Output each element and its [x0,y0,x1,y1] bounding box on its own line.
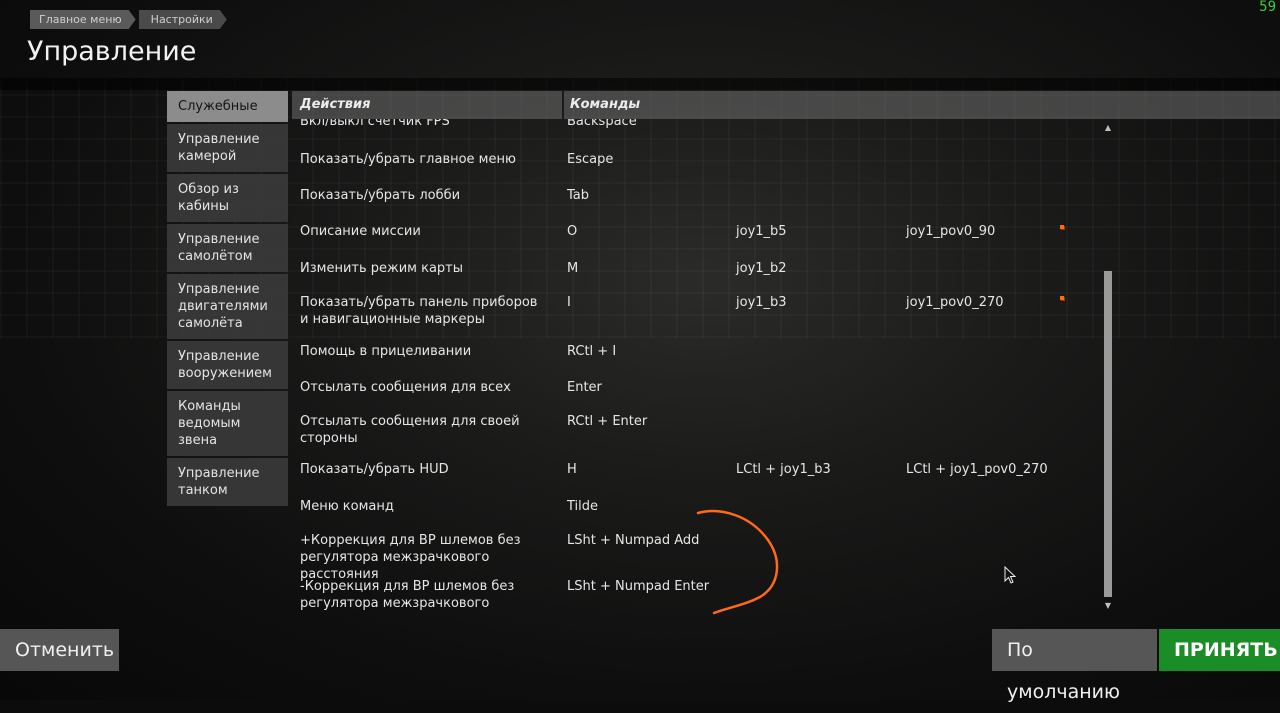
key-binding-2[interactable]: joy1_b5 [736,223,787,240]
action-label: Вкл/выкл счётчик FPS [300,119,450,129]
key-binding-1[interactable]: M [567,260,578,277]
sidebar-item-label: Управление [178,282,260,297]
action-label: Отсылать сообщения для всех [300,380,511,395]
sidebar-item-label: Команды [178,399,241,414]
scrollbar-thumb[interactable] [1104,271,1112,597]
sidebar-item-label: Управление [178,466,260,481]
key-binding-1[interactable]: O [567,223,577,240]
key-binding-1[interactable]: Tab [567,187,589,204]
mouse-cursor-icon [1004,566,1017,584]
key-binding-3[interactable]: LCtl + joy1_pov0_270 [906,461,1048,478]
scroll-down-icon[interactable]: ▼ [1104,601,1112,611]
action-label: Показать/убрать HUD [300,462,449,477]
action-label: Показать/убрать главное меню [300,152,516,167]
header-band [0,78,1280,90]
page-title: Управление [27,36,197,67]
fps-counter: 59 [1259,0,1276,15]
sidebar-item[interactable]: Управление двигателями самолёта [167,274,288,339]
sidebar-item-label: кабины [178,199,230,214]
accept-button[interactable]: ПРИНЯТЬ [1159,629,1280,671]
sidebar-item[interactable]: Управление камерой [167,124,288,172]
action-label: Помощь в прицеливании [300,344,472,359]
key-binding-1[interactable]: Tilde [567,498,598,515]
sidebar-item-label: Управление [178,132,260,147]
column-separator [562,91,564,119]
sidebar-item-label: Управление [178,232,260,247]
scrollbar[interactable]: ▲ ▼ [1104,119,1112,615]
sidebar-item-label: ведомым звена [178,416,241,448]
sidebar-item-label: танком [178,483,228,498]
key-binding-1[interactable]: I [567,294,571,311]
column-commands-header: Команды [570,97,641,112]
sidebar-item-label: камерой [178,149,237,164]
conflict-marker-icon [1060,296,1064,300]
action-label: Отсылать сообщения для своей стороны [300,414,520,446]
table-header: Действия Команды [292,91,1280,119]
category-sidebar: Служебные Управление камерой Обзор из кабины… [167,91,288,508]
cancel-button[interactable]: Отменить [0,629,119,671]
sidebar-item-label: двигателями [178,299,268,314]
sidebar-item-label: Управление [178,349,260,364]
key-binding-1[interactable]: LSht + Numpad Enter [567,578,709,595]
key-binding-2[interactable]: LCtl + joy1_b3 [736,461,831,478]
breadcrumb-settings[interactable]: Настройки [139,10,227,29]
key-binding-2[interactable]: joy1_b2 [736,260,787,277]
action-label: +Коррекция для ВР шлемов без регулятора … [300,533,521,582]
restore-defaults-button[interactable]: По умолчанию [992,629,1157,703]
key-binding-1[interactable]: H [567,461,577,478]
sidebar-item[interactable]: Управление самолётом [167,224,288,272]
sidebar-item[interactable]: Управление вооружением [167,341,288,389]
action-label: -Коррекция для ВР шлемов без регулятора … [300,579,515,615]
sidebar-item-label: Обзор из [178,182,239,197]
action-label: Меню команд [300,499,394,514]
sidebar-item-label: вооружением [178,366,272,381]
breadcrumb: Главное меню Настройки [30,10,230,29]
scroll-up-icon[interactable]: ▲ [1104,123,1112,133]
key-binding-1[interactable]: Escape [567,151,613,168]
action-label: Показать/убрать лобби [300,188,461,203]
key-binding-3[interactable]: joy1_pov0_270 [906,294,1004,311]
column-actions-header: Действия [300,97,371,112]
key-binding-1[interactable]: Backspace [567,119,637,130]
breadcrumb-main-menu[interactable]: Главное меню [30,10,136,29]
sidebar-item[interactable]: Команды ведомым звена [167,391,288,456]
key-binding-1[interactable]: RCtl + I [567,343,616,360]
action-label: Показать/убрать панель приборов и навига… [300,295,538,327]
sidebar-item-label: самолёта [178,316,243,331]
action-label: Изменить режим карты [300,261,464,276]
sidebar-item-label: Служебные [178,99,258,114]
sidebar-item-label: самолётом [178,249,253,264]
sidebar-item[interactable]: Обзор из кабины [167,174,288,222]
sidebar-item[interactable]: Управление танком [167,458,288,506]
key-binding-3[interactable]: joy1_pov0_90 [906,223,995,240]
key-binding-2[interactable]: joy1_b3 [736,294,787,311]
key-binding-1[interactable]: Enter [567,379,602,396]
annotation-scribble [696,509,779,615]
action-label: Описание миссии [300,224,421,239]
sidebar-item[interactable]: Служебные [167,91,288,122]
key-binding-1[interactable]: LSht + Numpad Add [567,532,699,549]
conflict-marker-icon [1060,225,1064,229]
key-binding-1[interactable]: RCtl + Enter [567,413,647,430]
